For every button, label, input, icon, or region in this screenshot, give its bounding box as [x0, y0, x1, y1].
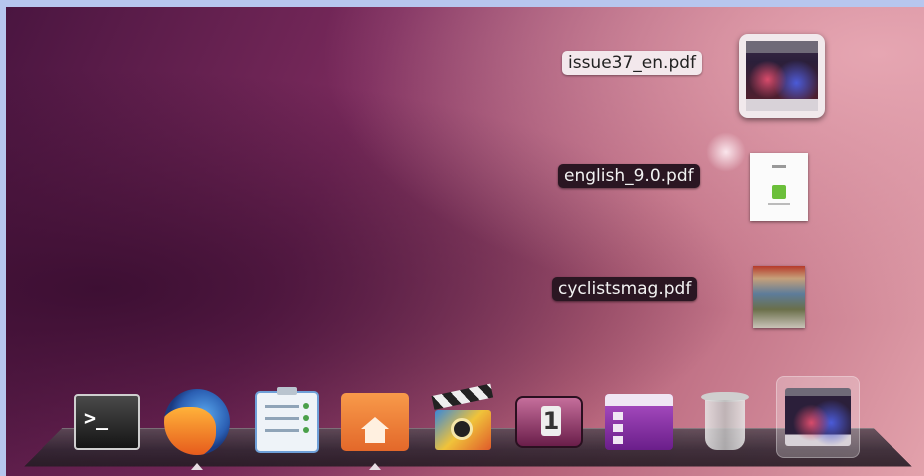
stack-label-issue37[interactable]: issue37_en.pdf: [562, 51, 703, 75]
running-indicator: [191, 463, 203, 470]
stack-label-english[interactable]: english_9.0.pdf: [558, 164, 700, 188]
home-folder-icon: [341, 393, 409, 451]
workspace-icon: 1: [515, 396, 583, 448]
pdf-thumbnail-icon[interactable]: [753, 266, 805, 328]
dock-item-panel-app[interactable]: [604, 387, 674, 457]
firefox-icon: [164, 389, 230, 455]
dock-item-tasks[interactable]: [252, 387, 322, 457]
dock-item-home-folder[interactable]: [340, 387, 410, 457]
terminal-icon: >_: [74, 394, 140, 450]
dock-item-workspace-switcher[interactable]: 1: [514, 387, 584, 457]
dock-item-firefox[interactable]: [162, 387, 232, 457]
dock-item-media-player[interactable]: [428, 383, 498, 457]
pdf-thumbnail-icon[interactable]: [739, 34, 825, 118]
panel-icon: [605, 394, 673, 450]
desktop: issue37_en.pdf english_9.0.pdf cyclistsm…: [6, 7, 924, 476]
clapperboard-icon: [431, 383, 494, 452]
notes-checklist-icon: [255, 387, 319, 453]
dock-item-pdf-stack[interactable]: [776, 376, 860, 458]
running-indicator: [369, 463, 381, 470]
stack-label-cyclistsmag[interactable]: cyclistsmag.pdf: [552, 277, 698, 301]
cursor-glow: [706, 132, 746, 172]
dock-item-terminal[interactable]: >_: [72, 387, 142, 457]
pdf-thumbnail-icon: [785, 388, 851, 446]
trash-icon: [701, 392, 749, 452]
dock-item-trash[interactable]: [690, 387, 760, 457]
pdf-thumbnail-icon[interactable]: [750, 153, 808, 221]
